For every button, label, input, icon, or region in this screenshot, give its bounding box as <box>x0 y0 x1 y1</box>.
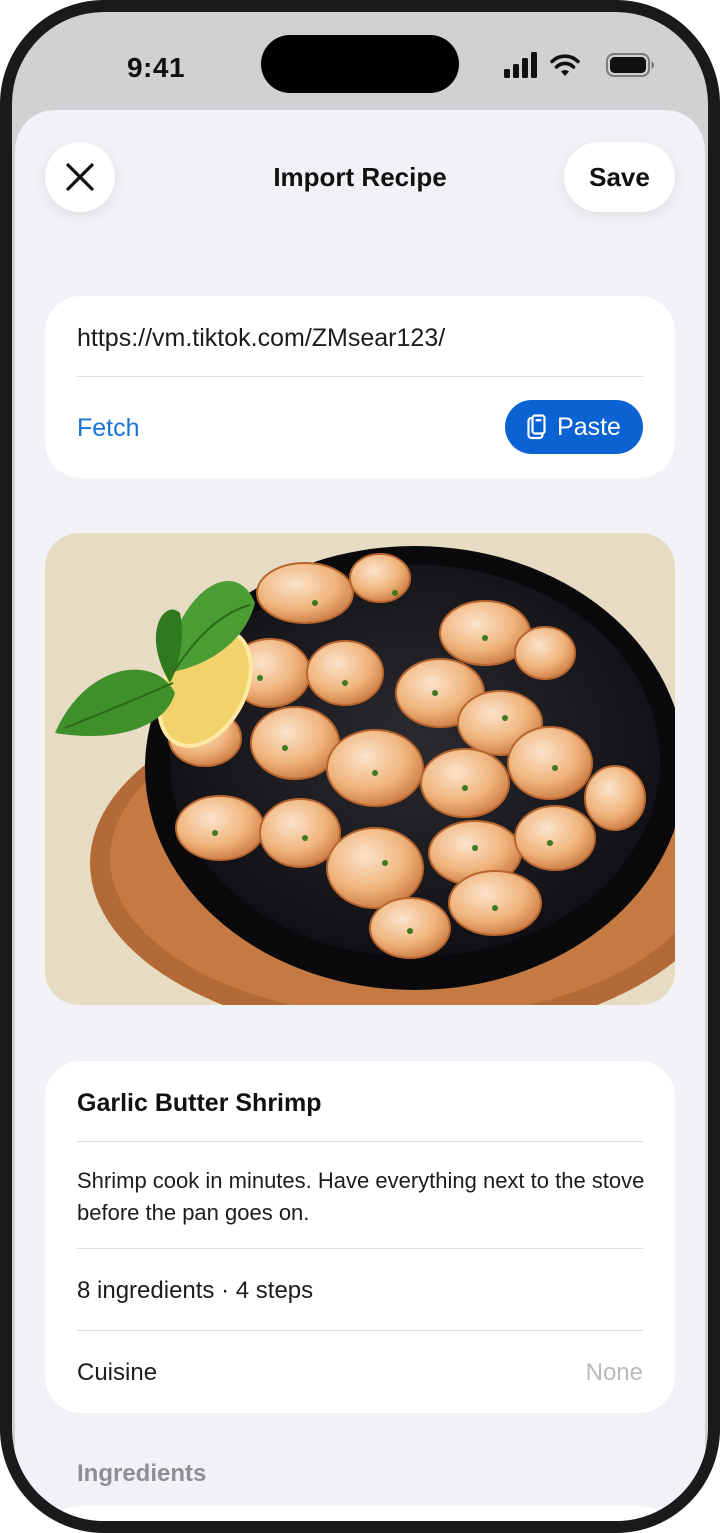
status-icons <box>504 52 654 80</box>
paste-label: Paste <box>557 412 621 441</box>
ingredients-card <box>45 1506 675 1521</box>
save-button[interactable]: Save <box>564 142 675 212</box>
recipe-description[interactable]: Shrimp cook in minutes. Have everything … <box>77 1165 657 1229</box>
paste-button[interactable]: Paste <box>505 400 643 454</box>
dynamic-island <box>261 35 459 93</box>
shrimp-dish-illustration <box>45 533 675 1005</box>
clipboard-icon <box>527 414 546 440</box>
status-time: 9:41 <box>126 52 186 83</box>
close-icon <box>66 163 94 191</box>
divider <box>77 1330 643 1331</box>
recipe-title[interactable]: Garlic Butter Shrimp <box>77 1089 322 1118</box>
url-card: https://vm.tiktok.com/ZMsear123/ Fetch P… <box>45 296 675 478</box>
phone-frame: 9:41 Import Recipe Save https://vm.tikto… <box>0 0 720 1533</box>
close-button[interactable] <box>45 142 115 212</box>
recipe-summary: 8 ingredients · 4 steps <box>77 1277 314 1304</box>
import-recipe-sheet: Import Recipe Save https://vm.tiktok.com… <box>15 110 705 1521</box>
ingredients-section-header: Ingredients <box>77 1460 207 1487</box>
cellular-signal-icon <box>504 52 537 78</box>
wifi-icon <box>550 54 580 76</box>
cuisine-label: Cuisine <box>77 1359 158 1386</box>
divider <box>77 1141 643 1142</box>
recipe-photo <box>45 533 675 1005</box>
cuisine-picker[interactable]: None <box>586 1359 643 1387</box>
fetch-button[interactable]: Fetch <box>77 414 140 443</box>
page-title: Import Recipe <box>273 162 447 192</box>
battery-icon <box>606 53 654 77</box>
url-field[interactable]: https://vm.tiktok.com/ZMsear123/ <box>77 324 643 353</box>
divider <box>77 376 643 377</box>
screen: 9:41 Import Recipe Save https://vm.tikto… <box>12 12 708 1521</box>
recipe-info-card: Garlic Butter Shrimp Shrimp cook in minu… <box>45 1061 675 1413</box>
divider <box>77 1248 643 1249</box>
